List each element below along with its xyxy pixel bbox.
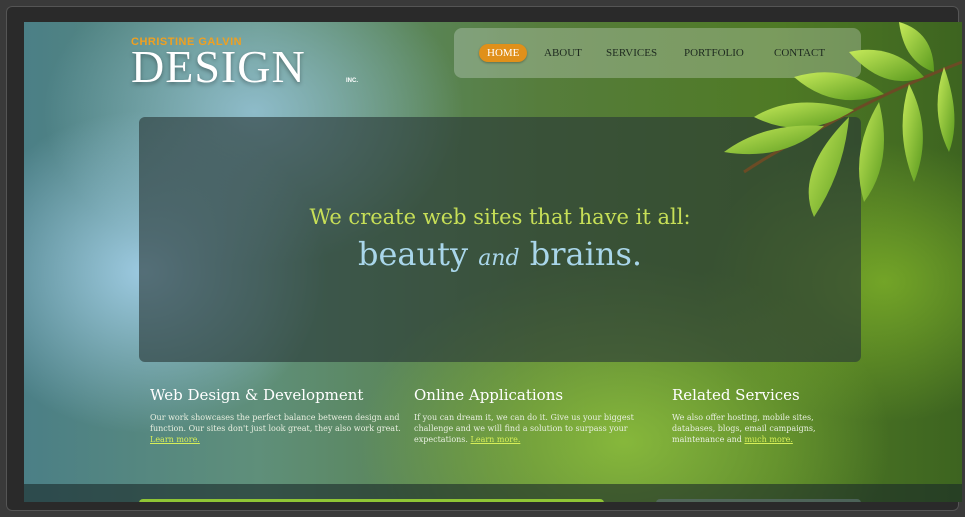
service-column-online-apps: Online Applications If you can dream it,… [414, 386, 669, 445]
column-title: Online Applications [414, 386, 564, 404]
service-column-related: Related Services We also offer hosting, … [672, 386, 852, 445]
nav-about[interactable]: ABOUT [544, 44, 582, 62]
leaf-branch-icon [644, 22, 962, 242]
column-text: Our work showcases the perfect balance b… [150, 412, 405, 445]
site-logo[interactable]: CHRISTINE GALVIN DESIGN INC. [131, 36, 358, 92]
hero-word-and: and [478, 246, 520, 271]
learn-more-link[interactable]: Learn more. [150, 435, 200, 444]
logo-inc: INC. [346, 78, 358, 84]
much-more-link[interactable]: much more. [744, 435, 792, 444]
column-text: We also offer hosting, mobile sites, dat… [672, 412, 852, 445]
column-title: Web Design & Development [150, 386, 364, 404]
column-body: Our work showcases the perfect balance b… [150, 413, 401, 433]
service-column-web-design: Web Design & Development Our work showca… [150, 386, 405, 445]
hero-word-brains: brains. [529, 235, 643, 273]
nav-home[interactable]: HOME [479, 44, 528, 62]
logo-wordmark: DESIGN [131, 41, 306, 92]
footer-grey-tab [656, 499, 861, 502]
column-text: If you can dream it, we can do it. Give … [414, 412, 669, 445]
learn-more-link[interactable]: Learn more. [471, 435, 521, 444]
website-viewport: CHRISTINE GALVIN DESIGN INC. HOME ABOUT … [24, 22, 962, 502]
column-body: If you can dream it, we can do it. Give … [414, 413, 634, 444]
hero-word-beauty: beauty [357, 235, 469, 273]
footer-green-tab [139, 499, 604, 502]
column-title: Related Services [672, 386, 800, 404]
